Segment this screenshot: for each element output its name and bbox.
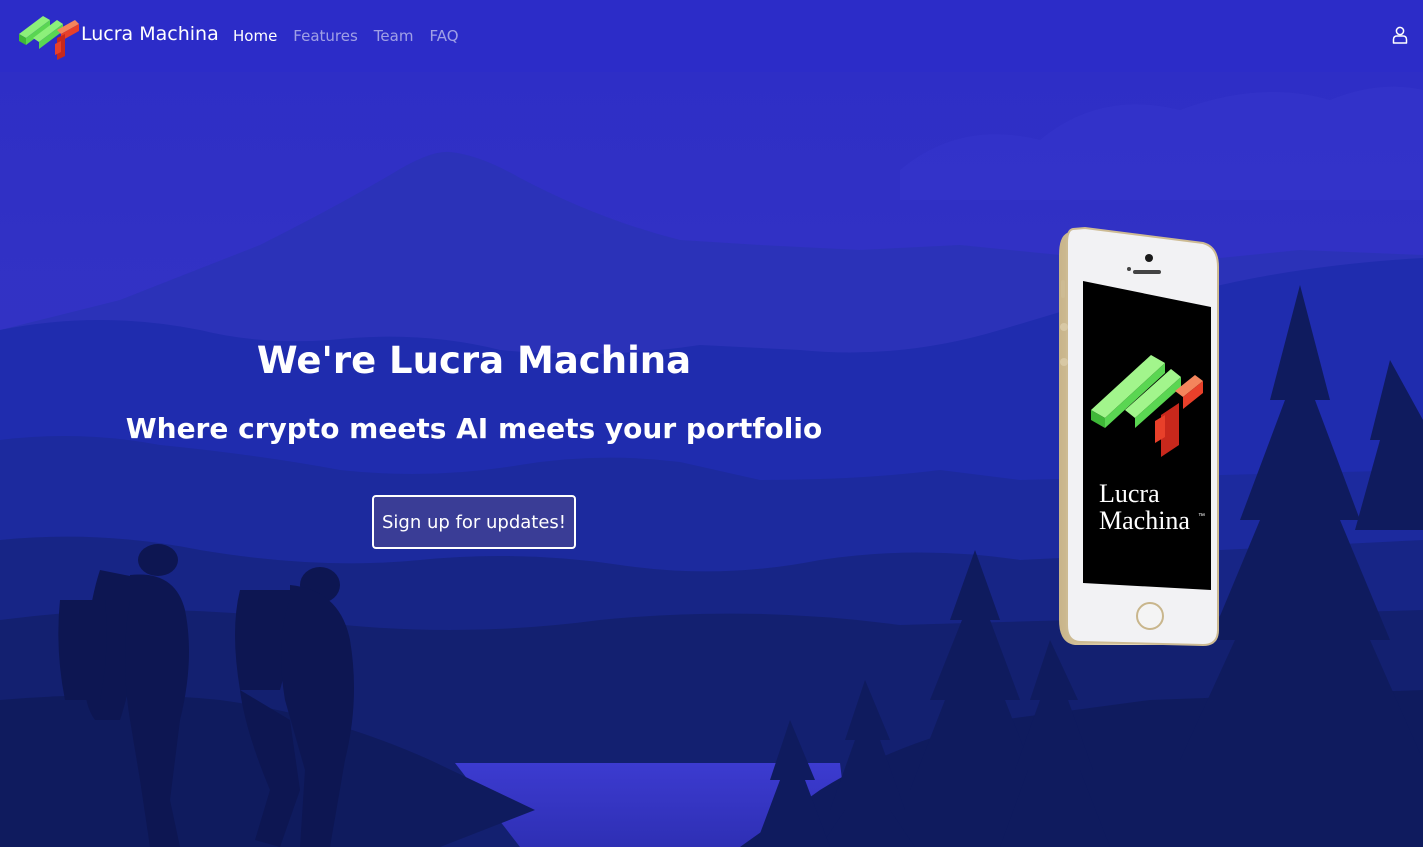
brand-name: Lucra Machina [81, 23, 219, 45]
lucra-machina-logo-icon [19, 16, 79, 60]
nav-item-home[interactable]: Home [233, 26, 277, 46]
user-icon[interactable] [1392, 26, 1408, 44]
phone-mockup-image: Lucra Machina ™ [1059, 226, 1219, 647]
phone-logo-line2: Machina [1099, 506, 1190, 535]
nav-item-features[interactable]: Features [293, 26, 358, 46]
nav-item-team[interactable]: Team [374, 26, 414, 46]
landing-page: Lucra Machina Home Features Team FAQ We'… [0, 0, 1423, 847]
top-navbar: Lucra Machina Home Features Team FAQ [0, 0, 1423, 72]
nav-item-faq[interactable]: FAQ [429, 26, 458, 46]
phone-logo-trademark: ™ [1198, 513, 1205, 520]
hero-title: We're Lucra Machina [256, 339, 692, 382]
main-nav: Home Features Team FAQ [233, 26, 475, 46]
phone-logo-line1: Lucra [1099, 479, 1160, 508]
brand-link[interactable]: Lucra Machina [17, 12, 219, 60]
signup-updates-button[interactable]: Sign up for updates! [372, 495, 576, 549]
hero-subtitle: Where crypto meets AI meets your portfol… [125, 412, 823, 445]
